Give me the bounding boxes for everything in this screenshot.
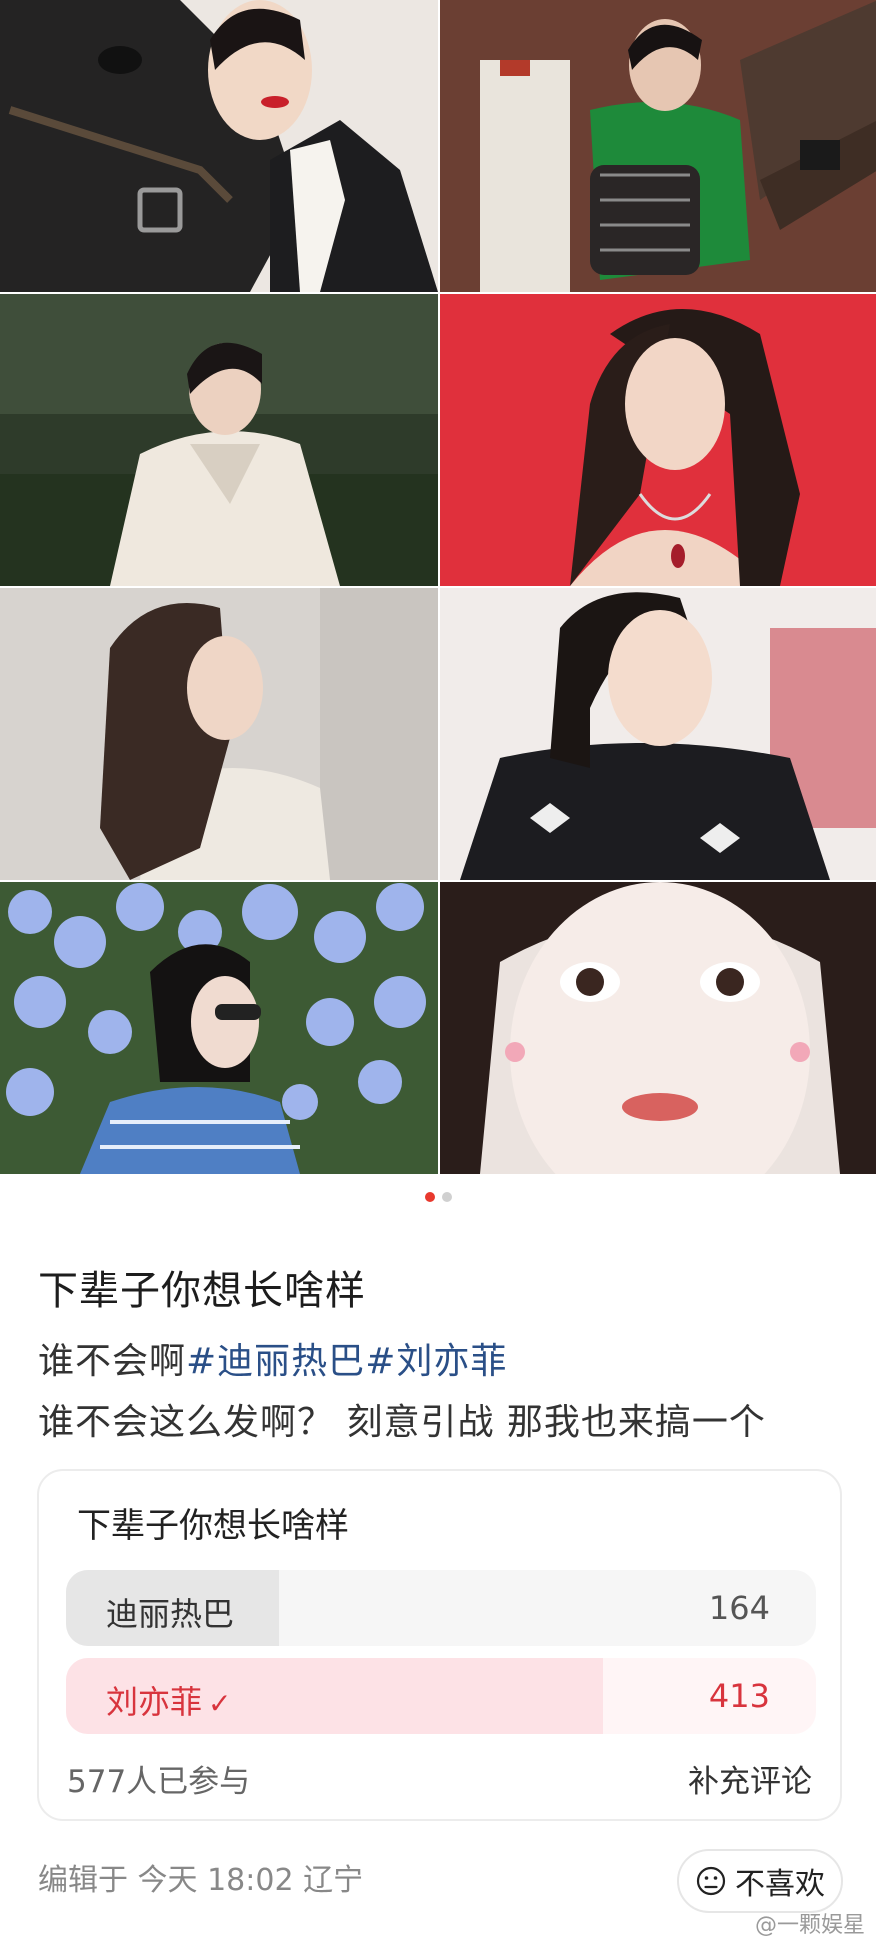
poll-participants: 577人已参与 xyxy=(67,1764,251,1800)
photo-woman-black-top[interactable] xyxy=(440,588,876,880)
photo-woman-closeup-makeup[interactable] xyxy=(440,882,876,1174)
post-text-line: 谁不会啊#迪丽热巴#刘亦菲 xyxy=(38,1332,507,1384)
photo-woman-white-blouse-garden[interactable] xyxy=(0,294,438,586)
pager-dot[interactable] xyxy=(441,1192,452,1202)
poll-title: 下辈子你想长啥样 xyxy=(77,1506,349,1546)
poll-option-label: 迪丽热巴 xyxy=(106,1595,235,1633)
pager-dot-active[interactable] xyxy=(424,1192,435,1202)
poll-option-count: 413 xyxy=(708,1677,770,1715)
poll-card: 下辈子你想长啥样 迪丽热巴 164 刘亦菲 ✓ 413 577人已参与 补充评论 xyxy=(37,1469,842,1821)
post-text-prefix: 谁不会啊 xyxy=(38,1341,187,1382)
dislike-button[interactable]: 不喜欢 xyxy=(677,1849,843,1913)
frown-face-icon xyxy=(696,1866,726,1896)
edit-info: 编辑于 今天 18:02 辽宁 xyxy=(38,1863,364,1898)
checkmark-icon: ✓ xyxy=(208,1687,232,1720)
watermark-text: @一颗娱星 xyxy=(755,1913,866,1938)
hashtag-link[interactable]: #迪丽热巴 xyxy=(186,1341,365,1382)
photo-gallery xyxy=(0,0,876,1174)
photo-woman-sunglasses-flowers[interactable] xyxy=(0,882,438,1174)
post-title: 下辈子你想长啥样 xyxy=(38,1268,366,1314)
add-comment-button[interactable]: 补充评论 xyxy=(688,1756,812,1801)
poll-option-label-text: 刘亦菲 xyxy=(106,1683,203,1721)
dislike-label: 不喜欢 xyxy=(735,1867,825,1902)
poll-option-selected[interactable]: 刘亦菲 ✓ 413 xyxy=(66,1658,816,1734)
hashtag-link[interactable]: #刘亦菲 xyxy=(365,1341,507,1382)
poll-option-count: 164 xyxy=(708,1589,770,1627)
post-text-line: 谁不会这么发啊？ 刻意引战 那我也来搞一个 xyxy=(38,1402,766,1443)
photo-woman-with-horse[interactable] xyxy=(0,0,438,292)
poll-option-label: 刘亦菲 ✓ xyxy=(106,1677,231,1723)
poll-option[interactable]: 迪丽热巴 164 xyxy=(66,1570,816,1646)
photo-woman-green-top-handbag[interactable] xyxy=(440,0,876,292)
photo-woman-red-backdrop[interactable] xyxy=(440,294,876,586)
photo-woman-white-shirt-profile[interactable] xyxy=(0,588,438,880)
gallery-pager xyxy=(0,1192,876,1202)
